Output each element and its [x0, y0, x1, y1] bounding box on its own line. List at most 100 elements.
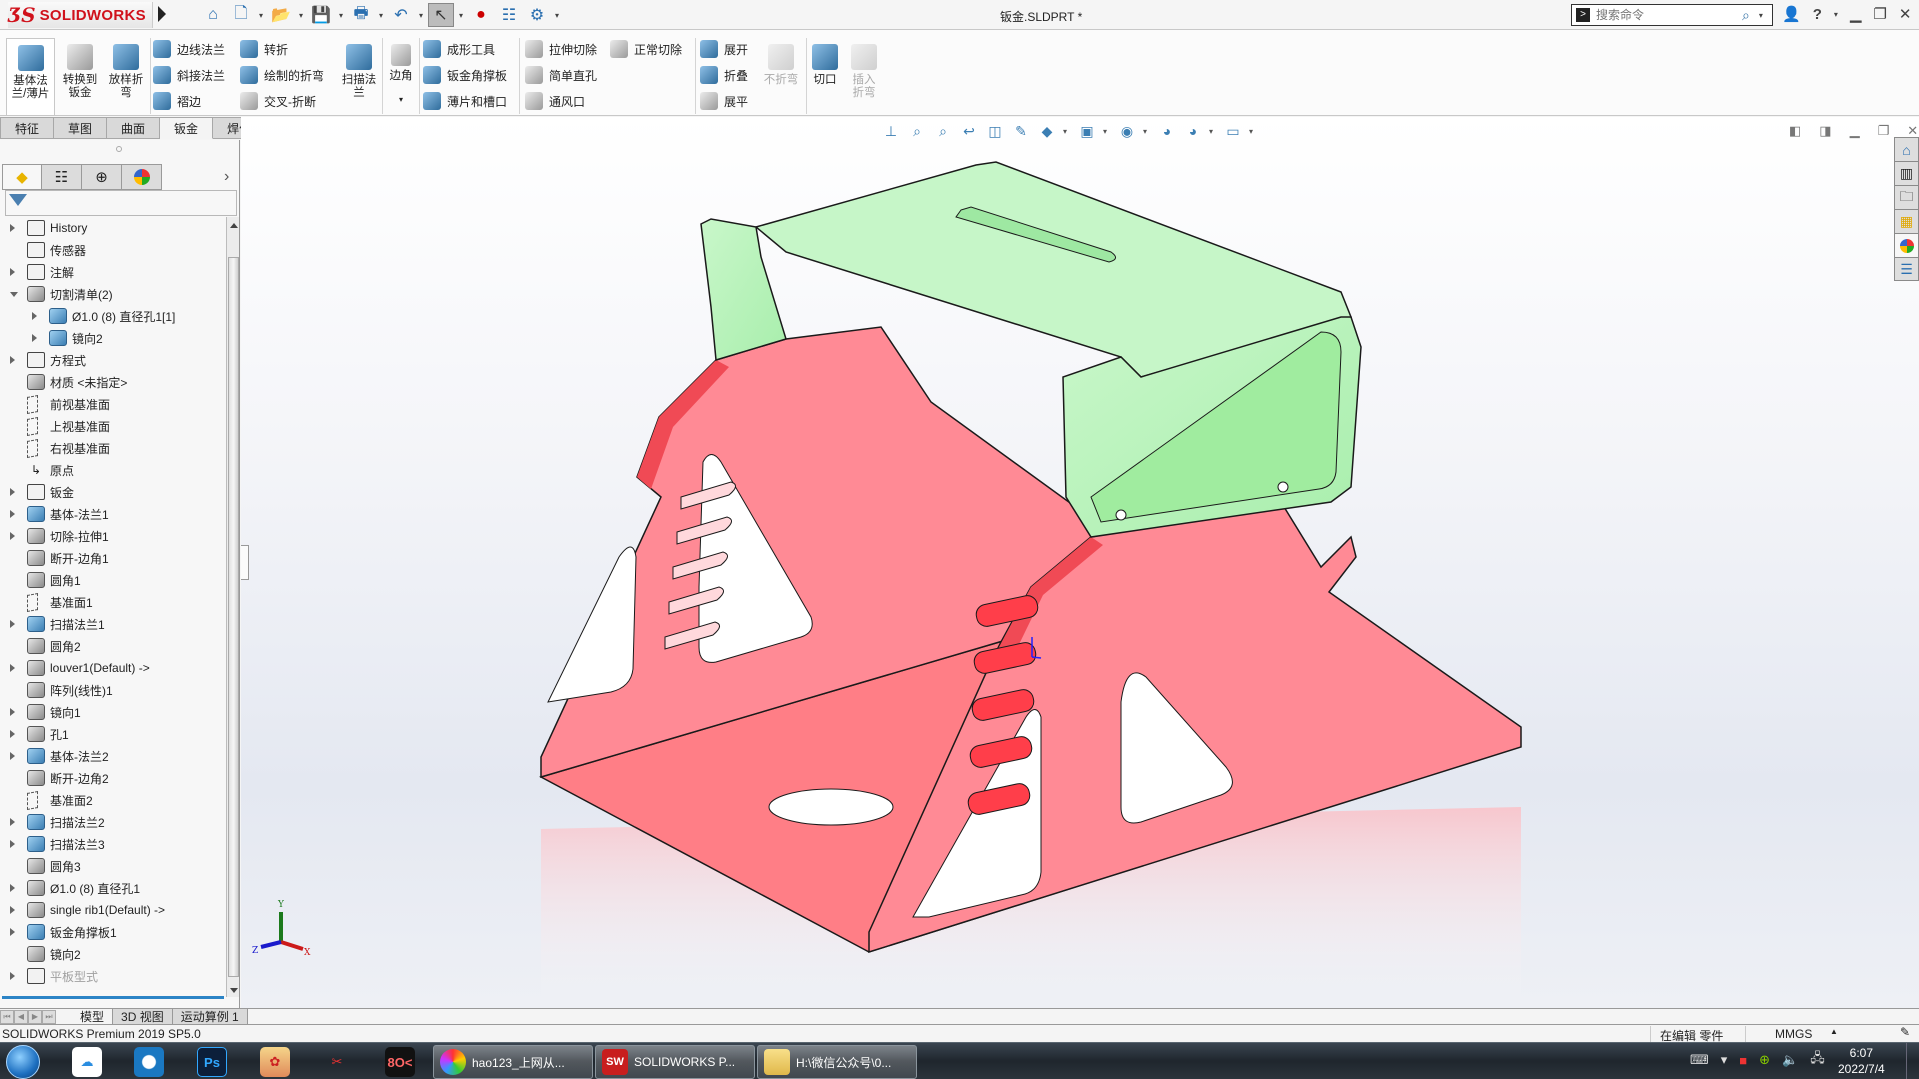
- appearances-tab[interactable]: [1894, 233, 1919, 257]
- view-settings-dropdown-icon[interactable]: ▾: [1249, 127, 1257, 136]
- browser-icon[interactable]: [134, 1047, 164, 1077]
- configurationmanager-tab[interactable]: ⊕: [82, 164, 122, 190]
- search-icon[interactable]: ⌕: [1742, 7, 1750, 24]
- tree-item[interactable]: 前视基准面: [0, 393, 225, 415]
- rebuild-traffic-light-button[interactable]: ●: [468, 3, 494, 27]
- search-commands-box[interactable]: > ⌕ ▾: [1571, 4, 1773, 26]
- tree-item[interactable]: 圆角3: [0, 855, 225, 877]
- tree-item[interactable]: 基准面1: [0, 591, 225, 613]
- solidworks-resources-tab[interactable]: ⌂: [1894, 137, 1919, 161]
- tree-item[interactable]: 基体-法兰1: [0, 503, 225, 525]
- next-tab-button[interactable]: ▶: [28, 1009, 42, 1024]
- photo-app-icon[interactable]: ✿: [260, 1047, 290, 1077]
- expand-arrow-icon[interactable]: [10, 488, 15, 496]
- tree-scrollbar[interactable]: [226, 217, 239, 997]
- help-icon[interactable]: ?: [1813, 6, 1822, 23]
- tree-item[interactable]: 镜向2: [0, 327, 225, 349]
- apply-scene-dropdown-icon[interactable]: ▾: [1209, 127, 1217, 136]
- expand-arrow-icon[interactable]: [10, 906, 15, 914]
- appearance-tab[interactable]: [122, 164, 162, 190]
- collapse-arrow-icon[interactable]: [10, 292, 18, 297]
- tree-item[interactable]: 切割清单(2): [0, 283, 225, 305]
- expand-arrow-icon[interactable]: [10, 884, 15, 892]
- tree-item[interactable]: 扫描法兰1: [0, 613, 225, 635]
- expand-arrow-icon[interactable]: [10, 268, 15, 276]
- help-dropdown-icon[interactable]: ▾: [1834, 10, 1838, 19]
- tree-item[interactable]: 断开-边角2: [0, 767, 225, 789]
- new-document-dropdown-icon[interactable]: ▾: [256, 11, 266, 20]
- tab-model[interactable]: 模型: [72, 1008, 114, 1025]
- previous-view-icon[interactable]: ↩: [959, 121, 979, 141]
- unit-system[interactable]: MMGS: [1775, 1027, 1812, 1041]
- flatten-button[interactable]: 展平: [700, 90, 748, 112]
- normal-cut-button[interactable]: 正常切除: [610, 38, 682, 60]
- tree-item[interactable]: 钣金角撑板1: [0, 921, 225, 943]
- zoom-to-area-icon[interactable]: ⌕: [933, 121, 953, 141]
- reference-triad[interactable]: Y X Z: [251, 897, 311, 957]
- tree-item[interactable]: 孔1: [0, 723, 225, 745]
- expand-arrow-icon[interactable]: [32, 334, 37, 342]
- tree-item[interactable]: 镜向1: [0, 701, 225, 723]
- tree-item[interactable]: 传感器: [0, 239, 225, 261]
- open-dropdown-icon[interactable]: ▾: [296, 11, 306, 20]
- prev-tab-button[interactable]: ◀: [14, 1009, 28, 1024]
- tree-item[interactable]: 基准面2: [0, 789, 225, 811]
- tab-motion-study[interactable]: 运动算例 1: [172, 1008, 248, 1025]
- tab-1[interactable]: 草图: [54, 117, 108, 139]
- expand-arrow-icon[interactable]: [10, 510, 15, 518]
- user-account-icon[interactable]: 👤: [1782, 5, 1801, 23]
- undo-dropdown-icon[interactable]: ▾: [416, 11, 426, 20]
- network-icon[interactable]: 🖧: [1810, 1049, 1825, 1071]
- simple-hole-button[interactable]: 简单直孔: [525, 64, 597, 86]
- scroll-down-icon[interactable]: [230, 988, 238, 993]
- options-gear-button[interactable]: ⚙: [524, 3, 550, 27]
- lofted-bend-button[interactable]: 放样折弯: [104, 38, 148, 116]
- photoshop-icon[interactable]: Ps: [197, 1047, 227, 1077]
- cross-break-button[interactable]: 交叉-折断: [240, 90, 316, 112]
- tree-item[interactable]: 镜向2: [0, 943, 225, 965]
- menu-expand-arrow-icon[interactable]: [158, 6, 166, 22]
- select-arrow-dropdown-icon[interactable]: ▾: [456, 11, 466, 20]
- tree-item[interactable]: 平板型式: [0, 965, 225, 987]
- corners-dropdown-icon[interactable]: ▾: [399, 93, 403, 106]
- taskbar-item-browser[interactable]: hao123_上网从...: [433, 1045, 593, 1079]
- tree-item[interactable]: single rib1(Default) ->: [0, 899, 225, 921]
- open-button[interactable]: 📂: [268, 3, 294, 27]
- file-properties-button[interactable]: ☷: [496, 3, 522, 27]
- system-clock[interactable]: 6:07 2022/7/4: [1838, 1045, 1885, 1077]
- design-library-tab[interactable]: ▥: [1894, 161, 1919, 185]
- swept-flange-button[interactable]: 扫描法兰: [336, 38, 382, 116]
- save-dropdown-icon[interactable]: ▾: [336, 11, 346, 20]
- tree-item[interactable]: 材质 <未指定>: [0, 371, 225, 393]
- dynamic-annotation-icon[interactable]: ✎: [1011, 121, 1031, 141]
- view-orientation-cube-dropdown-icon[interactable]: ▾: [1063, 127, 1071, 136]
- keyboard-icon[interactable]: ⌨: [1690, 1052, 1709, 1068]
- corners-button[interactable]: 边角 ▾: [385, 38, 417, 116]
- tree-item[interactable]: Ø1.0 (8) 直径孔1[1]: [0, 305, 225, 327]
- tile-left-icon[interactable]: ◧: [1789, 123, 1801, 139]
- doc-minimize-button[interactable]: ▁: [1850, 123, 1860, 139]
- graphics-area[interactable]: ⊥ ⌕ ⌕ ↩ ◫ ✎ ◆ ▾ ▣ ▾ ◉ ▾ ◕ ◕ ▾ ▭ ▾ ◧ ◨ ▁ ❐ ✕ ⌂ ▥ 🗀 ▦ ☰ Y …: [241, 117, 1919, 1008]
- edit-appearance-icon[interactable]: ◕: [1157, 121, 1177, 141]
- zoom-to-fit-icon[interactable]: ⌕: [907, 121, 927, 141]
- expand-arrow-icon[interactable]: [10, 840, 15, 848]
- tree-item[interactable]: 钣金: [0, 481, 225, 503]
- hide-show-dropdown-icon[interactable]: ▾: [1143, 127, 1151, 136]
- expand-arrow-icon[interactable]: [10, 708, 15, 716]
- view-settings-icon[interactable]: ▭: [1223, 121, 1243, 141]
- apply-scene-icon[interactable]: ◕: [1183, 121, 1203, 141]
- propertymanager-tab[interactable]: ☷: [42, 164, 82, 190]
- edge-flange-button[interactable]: 边线法兰: [153, 38, 225, 60]
- undo-button[interactable]: ↶: [388, 3, 414, 27]
- home-button[interactable]: ⌂: [200, 3, 226, 27]
- volume-icon[interactable]: 🔈: [1782, 1052, 1798, 1068]
- forming-tool-button[interactable]: 成形工具: [423, 38, 495, 60]
- view-orientation-icon[interactable]: ⊥: [881, 121, 901, 141]
- expand-arrow-icon[interactable]: [10, 224, 15, 232]
- tree-item[interactable]: louver1(Default) ->: [0, 657, 225, 679]
- expand-arrow-icon[interactable]: [32, 312, 37, 320]
- doc-restore-button[interactable]: ❐: [1878, 123, 1890, 139]
- custom-properties-tab[interactable]: ☰: [1894, 257, 1919, 281]
- expand-arrow-icon[interactable]: [10, 752, 15, 760]
- minimize-button[interactable]: ▁: [1850, 5, 1862, 23]
